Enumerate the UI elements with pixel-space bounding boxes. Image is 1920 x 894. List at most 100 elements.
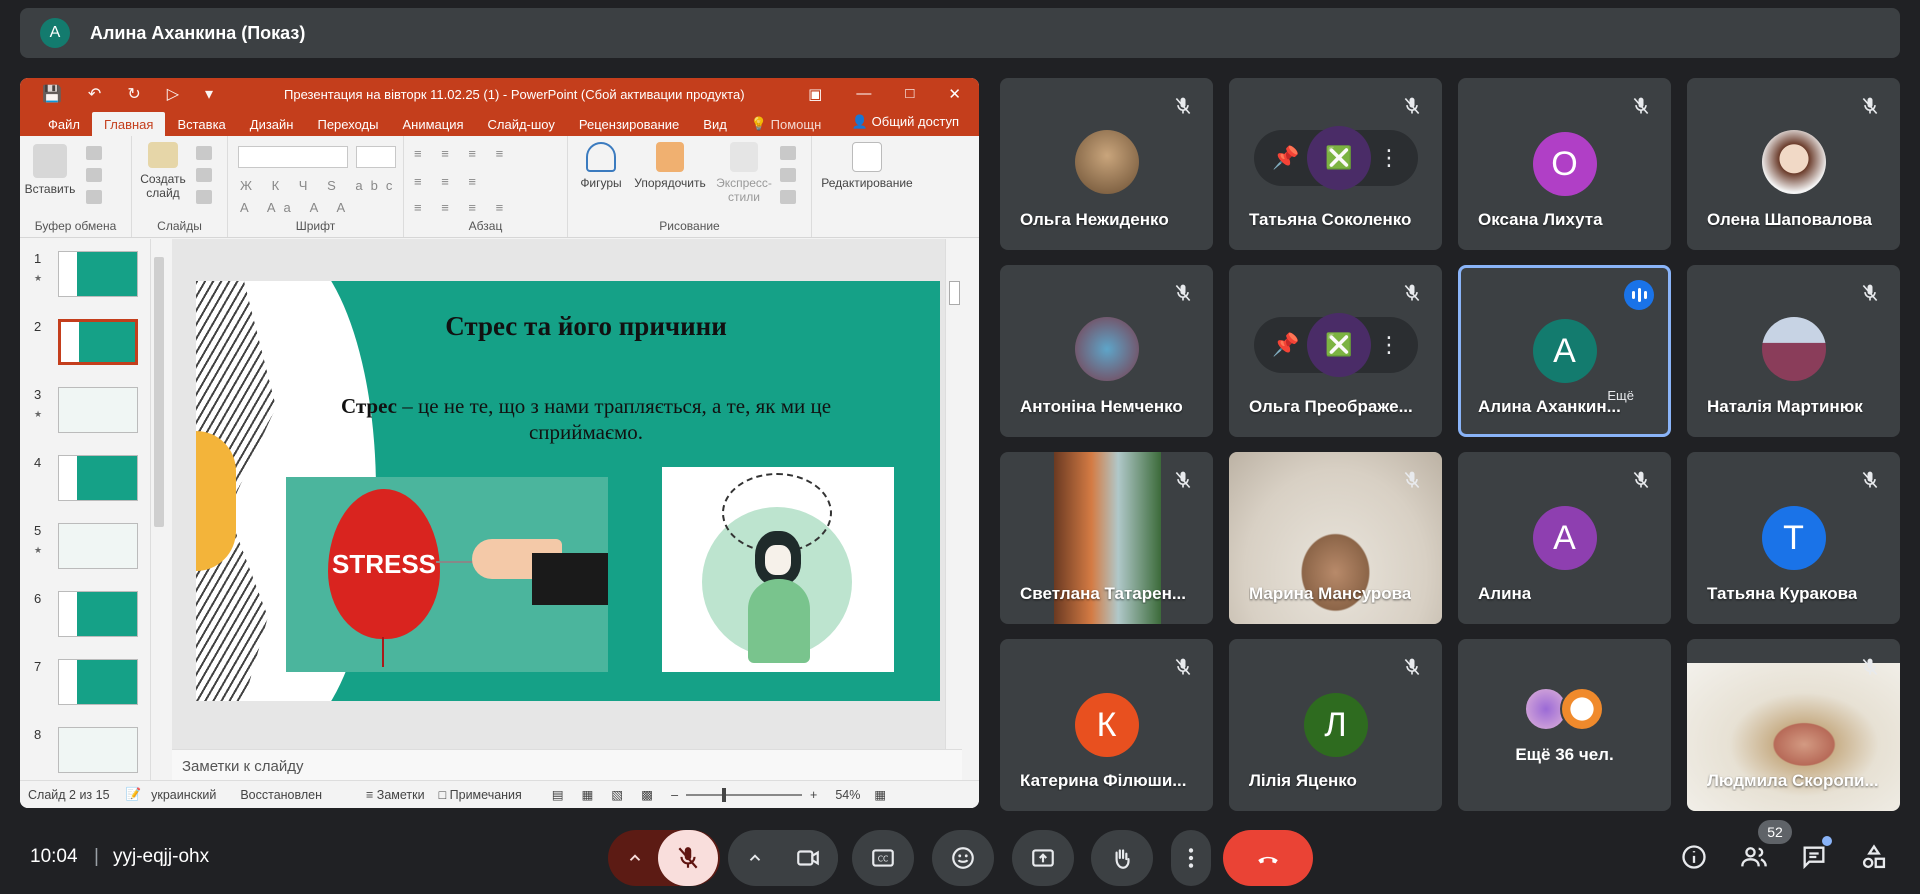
participant-tile[interactable]: Олена Шаповалова (1687, 78, 1900, 250)
more-options-icon[interactable]: ⋮ (1378, 145, 1400, 171)
mic-off-icon (1633, 97, 1649, 115)
window-controls: ▣ — □ ✕ (808, 85, 961, 103)
group-label: Абзац (468, 219, 503, 233)
remove-from-view-icon[interactable]: ❎ (1306, 313, 1371, 377)
camera-toggle-button[interactable] (778, 830, 838, 886)
woman-face (765, 545, 791, 575)
cut-icon (86, 146, 102, 160)
group-label: Рисование (659, 219, 720, 233)
participant-name: Ольга Нежиденко (1020, 210, 1169, 229)
participant-tile[interactable]: 📌 ❎ ⋮ Татьяна Соколенко (1229, 78, 1442, 250)
participant-photo (1761, 130, 1826, 194)
outline-icon (780, 168, 796, 182)
present-screen-button[interactable] (1012, 830, 1074, 886)
zoom-in-icon: + (810, 787, 818, 802)
pin-icon[interactable]: 📌 (1272, 145, 1299, 171)
raise-hand-button[interactable] (1091, 830, 1153, 886)
participant-tile[interactable]: О Оксана Лихута (1458, 78, 1671, 250)
meeting-info-button[interactable] (1677, 840, 1711, 874)
minimize-icon: — (856, 85, 872, 102)
participant-name: Светлана Татарен... (1020, 584, 1187, 603)
new-slide-label-1: Создать (140, 172, 186, 186)
meeting-code: yyj-eqjj-ohx (113, 846, 210, 867)
chat-icon (1803, 846, 1825, 870)
camera-icon (797, 850, 819, 866)
end-call-icon (1258, 856, 1278, 864)
participant-tile-speaking[interactable]: А Ещё Алина Аханкин... (1458, 265, 1671, 437)
activities-button[interactable] (1857, 840, 1891, 874)
language-status: украинский (151, 787, 217, 802)
emoji-reactions-button[interactable] (932, 830, 994, 886)
participant-name: Татьяна Куракова (1707, 584, 1858, 603)
undo-icon: ↶ (87, 86, 102, 103)
group-label: Шрифт (295, 219, 336, 233)
ppt-status-bar: Слайд 2 из 15 📝 украинский Восстановлен … (20, 780, 979, 808)
participant-tile[interactable]: Людмила Скоропи... (1687, 639, 1900, 811)
comments-toggle: Примечания (449, 787, 522, 802)
participant-avatar: А (1532, 319, 1597, 383)
thumbnail-scrollbar (150, 239, 166, 780)
animation-star-icon: ★ (34, 273, 43, 283)
copy-icon (86, 168, 102, 182)
paste-button: Вставить (24, 144, 76, 196)
sleeve (532, 553, 608, 605)
group-paragraph: ≡ ≡ ≡ ≡ ≡ ≡ ≡ ≡ ≡ ≡ ≡ Абзац (404, 136, 568, 237)
participant-tile[interactable]: Светлана Татарен... (1000, 452, 1213, 624)
more-options-icon[interactable]: ⋮ (1378, 332, 1400, 358)
leave-call-button[interactable] (1223, 830, 1313, 886)
editing-button: Редактирование (812, 142, 922, 190)
more-participants-label: Ещё 36 чел. (1515, 745, 1614, 764)
remove-from-view-icon[interactable]: ❎ (1306, 126, 1371, 190)
participant-tile[interactable]: Л Лілія Яценко (1229, 639, 1442, 811)
participant-tile[interactable]: Антоніна Немченко (1000, 265, 1213, 437)
emoji-icon (952, 847, 974, 869)
shapes-icon (586, 142, 616, 172)
participant-tile[interactable]: Т Татьяна Куракова (1687, 452, 1900, 624)
chevron-up-icon (749, 854, 761, 861)
participant-avatar: О (1532, 132, 1597, 196)
animation-star-icon: ★ (34, 545, 43, 555)
participant-tile[interactable]: 📌 ❎ ⋮ Ольга Преображе... (1229, 265, 1442, 437)
group-font: Ж К Ч S abc A Aa A A Шрифт (228, 136, 404, 237)
mic-off-icon (1633, 471, 1649, 489)
microphone-toggle-button[interactable] (658, 830, 718, 886)
speaking-indicator-icon (1624, 280, 1654, 310)
participant-tile[interactable]: К Катерина Філюши... (1000, 639, 1213, 811)
thumb-image (58, 727, 138, 773)
present-icon (1032, 849, 1054, 867)
participant-name: Оксана Лихута (1478, 210, 1603, 229)
participant-name: Алина (1478, 584, 1532, 603)
participant-tile[interactable]: А Алина (1458, 452, 1671, 624)
quick-access-toolbar: 💾 ↶ ↻ ▷ ▾ (20, 84, 213, 104)
section-icon (196, 190, 212, 204)
participant-tile[interactable]: Марина Мансурова (1229, 452, 1442, 624)
comments-icon: □ (438, 787, 450, 802)
customize-icon: ▾ (205, 86, 214, 103)
tell-me: 💡 Помощн (739, 112, 833, 136)
thumb-number: 8 (34, 727, 42, 742)
separator: | (94, 846, 99, 867)
shapes-label: Фигуры (580, 176, 622, 190)
presenter-bar: А Алина Аханкина (Показ) (20, 8, 1900, 58)
ribbon-display-icon: ▣ (808, 86, 823, 103)
mic-off-icon (1404, 471, 1420, 489)
thumb-number: 5 (34, 523, 42, 538)
animation-star-icon: ★ (34, 409, 43, 419)
mic-off-icon (1404, 97, 1420, 115)
captions-button[interactable]: CC (852, 830, 914, 886)
more-options-button[interactable] (1171, 830, 1211, 886)
more-participants-tile[interactable]: Ещё 36 чел. (1458, 639, 1671, 811)
tab-file: Файл (48, 116, 80, 132)
participant-tile[interactable]: Ольга Нежиденко (1000, 78, 1213, 250)
people-button[interactable] (1737, 840, 1771, 874)
font-size-field (356, 146, 396, 168)
stress-balloon-picture: STRESS (286, 477, 608, 672)
group-label: Слайды (157, 219, 202, 233)
indent-icons: ≡ ≡ ≡ (414, 174, 484, 189)
thumb-number: 3 (34, 387, 42, 402)
pin-icon[interactable]: 📌 (1272, 332, 1299, 358)
participant-tile[interactable]: Наталія Мартинюк (1687, 265, 1900, 437)
participant-name: Алина Аханкин... (1478, 397, 1621, 416)
presenter-avatar: А (40, 18, 70, 48)
paste-icon (33, 144, 67, 178)
